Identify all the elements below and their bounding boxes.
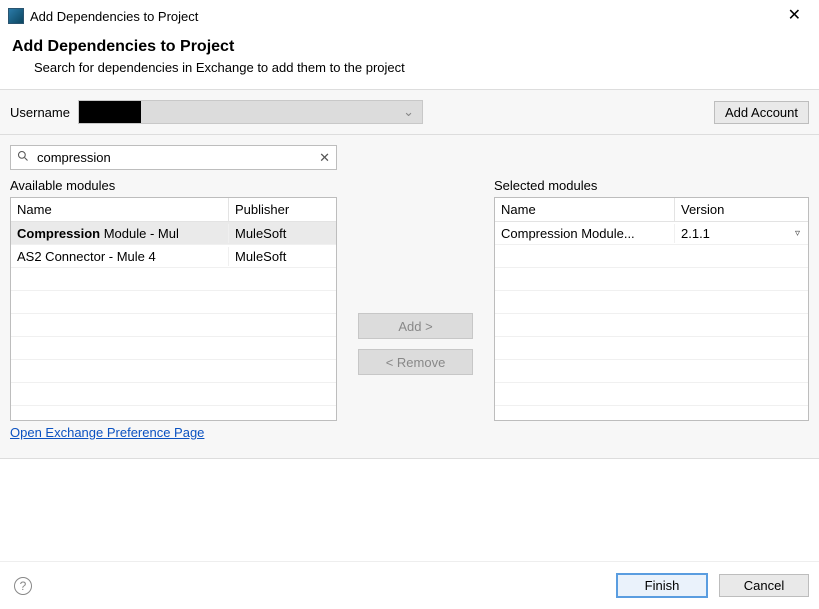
title-bar: Add Dependencies to Project ✕	[0, 0, 819, 30]
main-panel: ✕ Available modules Name Publisher Compr…	[0, 135, 819, 459]
remove-button[interactable]: < Remove	[358, 349, 473, 375]
account-bar: Username ⌄ Add Account	[0, 89, 819, 135]
search-icon	[17, 150, 29, 165]
table-row[interactable]: Compression Module - Mul MuleSoft	[11, 222, 336, 245]
add-account-button[interactable]: Add Account	[714, 101, 809, 124]
app-icon	[8, 8, 24, 24]
exchange-preference-link[interactable]: Open Exchange Preference Page	[10, 425, 204, 440]
add-button[interactable]: Add >	[358, 313, 473, 339]
module-publisher-cell: MuleSoft	[229, 247, 336, 266]
header: Add Dependencies to Project Search for d…	[0, 30, 819, 89]
search-box: ✕	[10, 145, 337, 170]
chevron-down-icon: ▿	[795, 228, 800, 239]
username-select[interactable]: ⌄	[78, 100, 423, 124]
page-subtitle: Search for dependencies in Exchange to a…	[34, 60, 807, 75]
selected-modules-table: Name Version Compression Module... 2.1.1…	[494, 197, 809, 421]
footer: ? Finish Cancel	[0, 561, 819, 609]
selected-name-cell: Compression Module...	[495, 224, 675, 243]
column-header-name[interactable]: Name	[495, 198, 675, 221]
selected-modules-label: Selected modules	[494, 178, 809, 193]
table-row[interactable]: AS2 Connector - Mule 4 MuleSoft	[11, 245, 336, 268]
help-icon[interactable]: ?	[14, 577, 32, 595]
column-header-publisher[interactable]: Publisher	[229, 198, 336, 221]
available-modules-table: Name Publisher Compression Module - Mul …	[10, 197, 337, 421]
search-input[interactable]	[35, 149, 313, 166]
selected-version-cell[interactable]: 2.1.1 ▿	[675, 224, 808, 243]
column-header-version[interactable]: Version	[675, 198, 808, 221]
column-header-name[interactable]: Name	[11, 198, 229, 221]
window-title: Add Dependencies to Project	[30, 9, 780, 24]
username-value-redacted	[79, 101, 141, 123]
module-name-cell: AS2 Connector - Mule 4	[11, 247, 229, 266]
clear-search-icon[interactable]: ✕	[319, 150, 330, 166]
page-title: Add Dependencies to Project	[12, 38, 807, 56]
username-label: Username	[10, 105, 70, 120]
cancel-button[interactable]: Cancel	[719, 574, 809, 597]
close-icon[interactable]: ✕	[780, 6, 809, 26]
chevron-down-icon: ⌄	[403, 104, 414, 120]
module-publisher-cell: MuleSoft	[229, 224, 336, 243]
table-row[interactable]: Compression Module... 2.1.1 ▿	[495, 222, 808, 245]
module-name-cell: Compression Module - Mul	[11, 224, 229, 243]
available-modules-label: Available modules	[10, 178, 337, 193]
finish-button[interactable]: Finish	[617, 574, 707, 597]
